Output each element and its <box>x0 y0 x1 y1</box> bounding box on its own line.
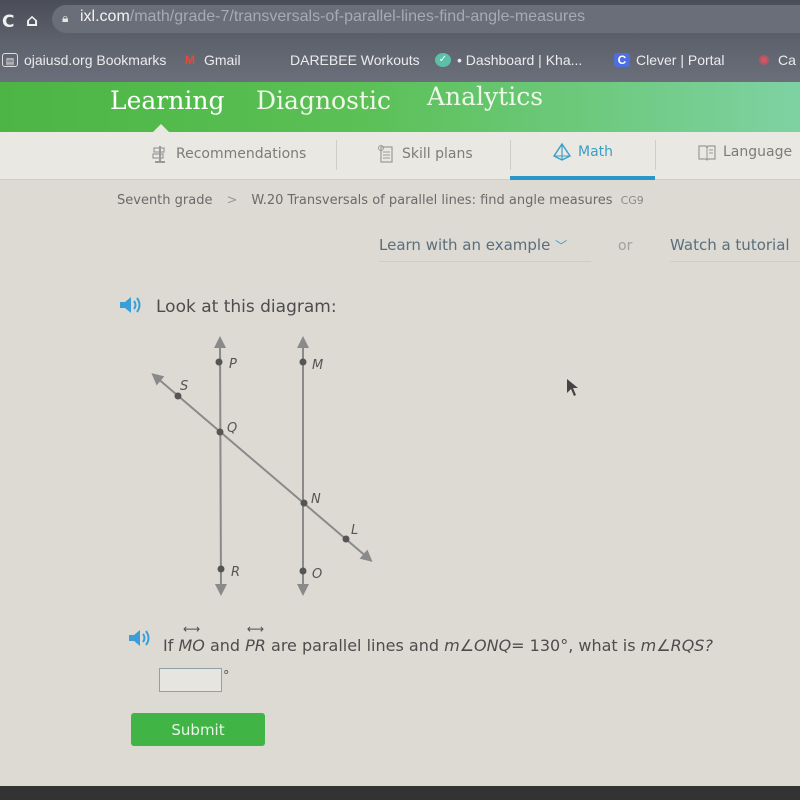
label-s: S <box>180 379 188 394</box>
label-q: Q <box>227 421 237 436</box>
learn-label: Learn with an example <box>379 236 551 254</box>
question-prompt: Look at this diagram: <box>156 297 337 317</box>
speaker-icon[interactable] <box>127 628 153 648</box>
tab-label: Skill plans <box>402 146 473 162</box>
point-r <box>217 565 225 573</box>
clever-icon: C <box>614 53 630 67</box>
bookmark-canvas[interactable]: ✺ Ca <box>756 52 796 68</box>
signpost-icon <box>152 146 165 163</box>
speaker-icon[interactable] <box>118 295 144 315</box>
nav-learning[interactable]: Learning <box>110 86 224 115</box>
tab-skill-plans[interactable]: Skill plans <box>376 144 473 164</box>
bookmark-label: • Dashboard | Kha... <box>457 52 583 68</box>
label-r: R <box>231 565 240 580</box>
mouse-cursor-icon <box>567 379 578 396</box>
line-mo-notation: MO <box>178 636 204 655</box>
watch-tutorial-link[interactable]: Watch a tutorial <box>670 236 800 262</box>
breadcrumb-grade[interactable]: Seventh grade <box>117 193 212 208</box>
label-o: O <box>312 567 322 582</box>
point-m <box>299 358 307 366</box>
tab-label: Math <box>578 144 614 160</box>
label-l: L <box>351 523 358 538</box>
bookmark-label: ojaiusd.org Bookmarks <box>24 52 167 68</box>
gmail-icon: M <box>185 53 195 67</box>
label-n: N <box>311 492 321 507</box>
point-o <box>299 567 307 575</box>
browser-toolbar: C ⌂ 🔒︎ ixl.com/math/grade-7/transversals… <box>0 0 800 40</box>
point-p <box>215 358 223 366</box>
nav-analytics[interactable]: Analytics <box>427 82 543 111</box>
active-nav-caret <box>153 124 169 132</box>
subject-tabs: Recommendations Skill plans Math Languag… <box>0 132 800 180</box>
pyramid-icon <box>552 142 572 161</box>
address-bar[interactable]: 🔒︎ ixl.com/math/grade-7/transversals-of-… <box>52 5 800 33</box>
target-angle: m∠RQS? <box>640 636 713 655</box>
tab-divider <box>655 140 656 170</box>
breadcrumb-separator: > <box>226 193 238 208</box>
skill-code: CG9 <box>620 194 644 207</box>
reload-icon[interactable]: C <box>2 12 14 32</box>
bookmark-label: Ca <box>778 52 796 68</box>
geometry-diagram: P M S Q N L R O <box>151 336 373 596</box>
bookmark-darebee[interactable]: DAREBEE Workouts <box>290 52 420 68</box>
tab-divider <box>510 140 511 170</box>
lock-icon: 🔒︎ <box>62 11 69 25</box>
bookmark-label: DAREBEE Workouts <box>290 52 420 68</box>
bookmark-gmail[interactable]: M Gmail <box>182 52 241 68</box>
learn-with-example-link[interactable]: Learn with an example ﹀ <box>379 236 591 262</box>
tutorial-label: Watch a tutorial <box>670 236 790 254</box>
tab-recommendations[interactable]: Recommendations <box>150 144 306 164</box>
tab-label: Language <box>723 144 793 160</box>
q-if: If <box>163 636 174 655</box>
q-and: and <box>209 636 241 655</box>
bookmark-label: Gmail <box>204 52 241 68</box>
tab-language[interactable]: Language <box>697 142 792 162</box>
or-text: or <box>618 238 633 254</box>
url-path: /math/grade-7/transversals-of-parallel-l… <box>129 8 586 25</box>
q-middle: are parallel lines and <box>271 636 439 655</box>
tab-divider <box>336 140 337 170</box>
nav-diagnostic[interactable]: Diagnostic <box>256 86 391 115</box>
point-q <box>216 428 224 436</box>
screen-bezel <box>0 786 800 800</box>
tab-label: Recommendations <box>176 146 307 162</box>
line-pr-notation: PR <box>245 636 266 655</box>
bookmarks-bar: ▤ ojaiusd.org Bookmarks M Gmail DAREBEE … <box>0 40 800 82</box>
url-text[interactable]: ixl.com/math/grade-7/transversals-of-par… <box>80 8 585 26</box>
degree-symbol: ° <box>223 669 230 684</box>
tab-math[interactable]: Math <box>552 142 613 162</box>
bookmark-ojaiusd[interactable]: ▤ ojaiusd.org Bookmarks <box>2 52 166 68</box>
main-nav: Learning Diagnostic Analytics <box>0 82 800 132</box>
question-text: If MO and PR are parallel lines and m∠ON… <box>163 636 713 655</box>
given-value: = 130°, <box>511 636 574 655</box>
active-tab-indicator <box>510 176 655 180</box>
submit-button[interactable]: Submit <box>131 713 265 746</box>
home-icon[interactable]: ⌂ <box>26 11 38 31</box>
url-host: ixl.com <box>80 8 130 25</box>
answer-input[interactable] <box>159 668 222 692</box>
bookmark-khan-dashboard[interactable]: ✓ • Dashboard | Kha... <box>435 52 582 68</box>
bookmark-clever[interactable]: C Clever | Portal <box>614 52 724 68</box>
chevron-down-icon: ﹀ <box>555 239 568 253</box>
transversal-line <box>151 373 373 562</box>
canvas-icon: ✺ <box>758 52 770 68</box>
khan-academy-icon: ✓ <box>435 53 451 67</box>
bookmark-label: Clever | Portal <box>636 52 725 68</box>
given-angle: m∠ONQ <box>444 636 512 655</box>
breadcrumb-skill: W.20 Transversals of parallel lines: fin… <box>251 193 613 208</box>
q-ask: what is <box>578 636 636 655</box>
book-icon <box>698 145 716 161</box>
point-n <box>300 499 308 507</box>
breadcrumb: Seventh grade > W.20 Transversals of par… <box>117 193 644 208</box>
line-pr <box>214 336 227 596</box>
clipboard-icon <box>378 145 393 163</box>
point-l <box>342 535 350 543</box>
folder-icon: ▤ <box>2 53 18 67</box>
label-m: M <box>312 358 323 373</box>
label-p: P <box>229 357 237 372</box>
